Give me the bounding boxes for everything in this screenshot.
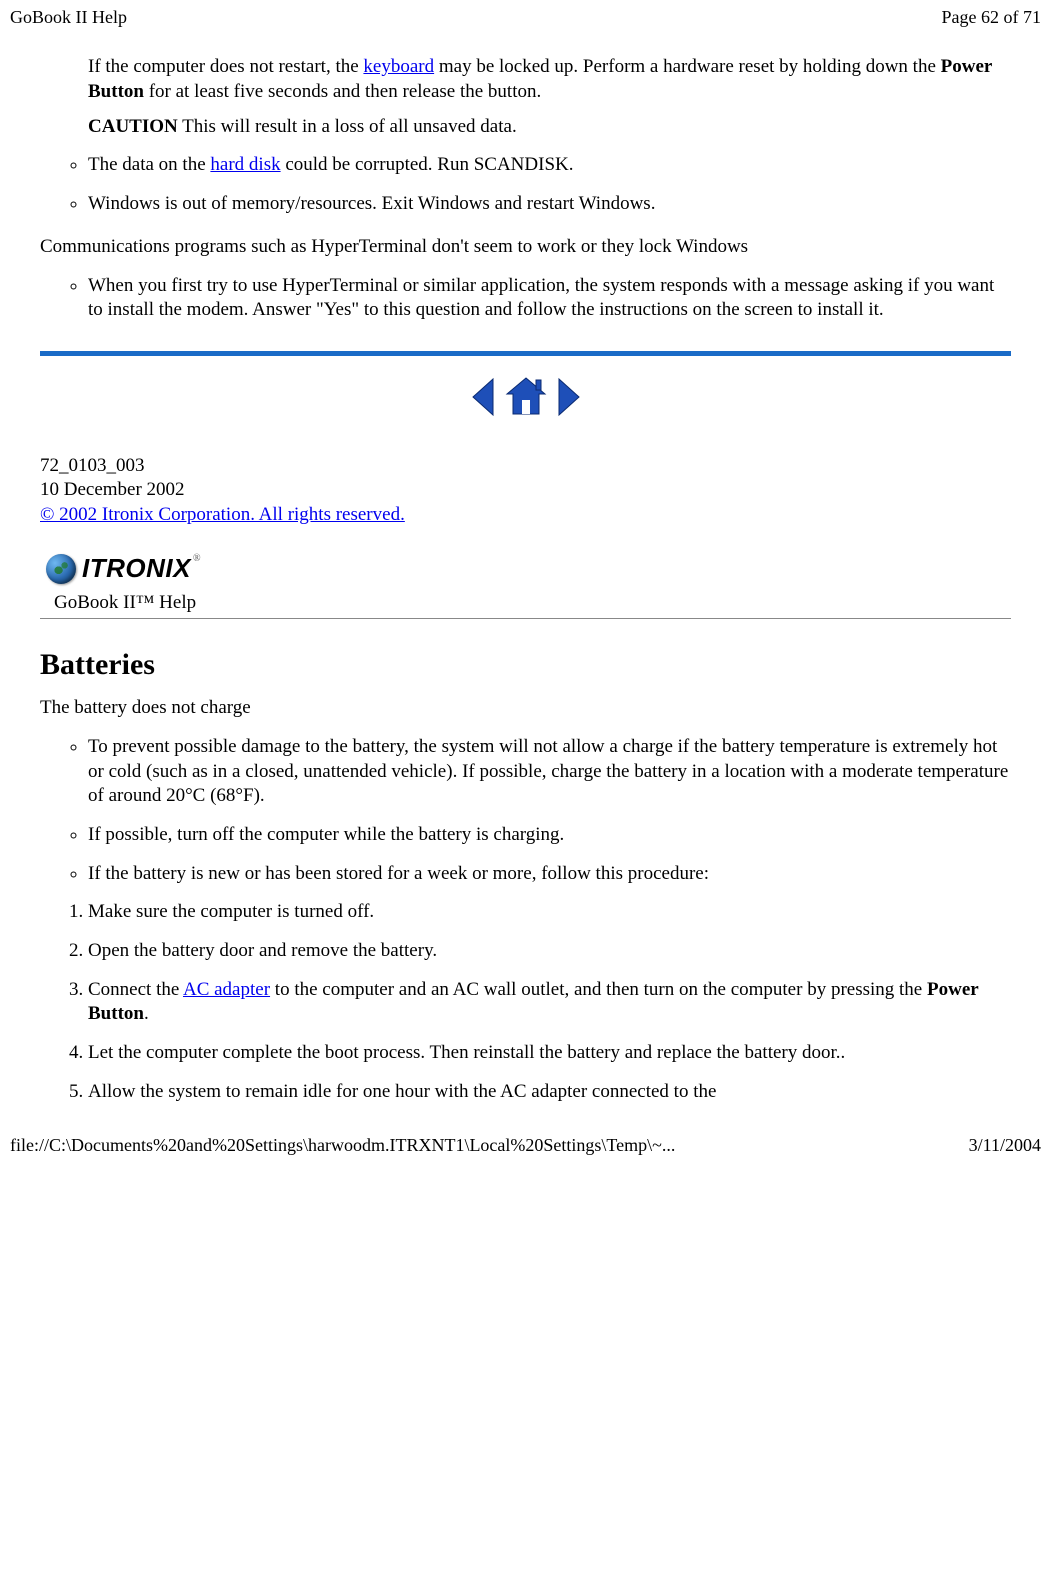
doc-date: 10 December 2002 [40,478,1011,503]
intro-paragraph-1: If the computer does not restart, the ke… [88,55,1011,104]
footer-date: 3/11/2004 [969,1134,1041,1157]
page-footer: file://C:\Documents%20and%20Settings\har… [0,1128,1051,1163]
text-fragment: for at least five seconds and then relea… [144,81,541,102]
comm-programs-list: When you first try to use HyperTerminal … [40,274,1011,323]
brand-name-text: ITRONIX [82,553,191,583]
list-item: Open the battery door and remove the bat… [88,939,1011,964]
brand-block: ITRONIX® GoBook II™ Help [40,546,1011,619]
list-item: Let the computer complete the boot proce… [88,1041,1011,1066]
ac-adapter-link[interactable]: AC adapter [183,979,270,1000]
restart-issues-list: The data on the hard disk could be corru… [40,153,1011,216]
list-item: Windows is out of memory/resources. Exit… [88,192,1011,217]
brand-name: ITRONIX® [82,552,201,586]
list-item: To prevent possible damage to the batter… [88,735,1011,809]
hard-disk-link[interactable]: hard disk [210,154,280,175]
list-item: Make sure the computer is turned off. [88,900,1011,925]
page-header: GoBook II Help Page 62 of 71 [0,0,1051,35]
text-fragment: Connect the [88,979,183,1000]
prev-page-icon[interactable] [469,377,497,425]
text-fragment: to the computer and an AC wall outlet, a… [270,979,927,1000]
next-page-icon[interactable] [555,377,583,425]
list-item: Allow the system to remain idle for one … [88,1080,1011,1105]
text-fragment: If the computer does not restart, the [88,56,363,77]
text-fragment: The data on the [88,154,210,175]
text-fragment: . [144,1003,149,1024]
section-heading-batteries: Batteries [40,645,1011,684]
doc-metadata: 72_0103_003 10 December 2002 © 2002 Itro… [40,454,1011,528]
keyboard-link[interactable]: keyboard [363,56,434,77]
caution-paragraph: CAUTION This will result in a loss of al… [88,115,1011,140]
list-item: The data on the hard disk could be corru… [88,153,1011,178]
intro-block: If the computer does not restart, the ke… [88,55,1011,139]
nav-icons-row [40,374,1011,428]
header-page-number: Page 62 of 71 [942,6,1041,29]
caution-text: This will result in a loss of all unsave… [178,116,517,137]
doc-number: 72_0103_003 [40,454,1011,479]
registered-mark: ® [193,553,201,564]
brand-subtitle: GoBook II™ Help [40,585,1011,619]
text-fragment: may be locked up. Perform a hardware res… [434,56,941,77]
list-item: If possible, turn off the computer while… [88,823,1011,848]
batteries-procedure-list: Make sure the computer is turned off. Op… [40,900,1011,1104]
text-fragment: could be corrupted. Run SCANDISK. [281,154,574,175]
batteries-intro: The battery does not charge [40,696,1011,721]
list-item: When you first try to use HyperTerminal … [88,274,1011,323]
page-body: If the computer does not restart, the ke… [0,35,1051,1128]
globe-icon [46,554,76,584]
header-title: GoBook II Help [10,6,127,29]
comm-programs-paragraph: Communications programs such as HyperTer… [40,235,1011,260]
section-divider [40,351,1011,356]
copyright-link[interactable]: © 2002 Itronix Corporation. All rights r… [40,504,405,525]
footer-path: file://C:\Documents%20and%20Settings\har… [10,1134,675,1157]
list-item: If the battery is new or has been stored… [88,862,1011,887]
home-icon[interactable] [503,374,549,428]
list-item: Connect the AC adapter to the computer a… [88,978,1011,1027]
batteries-advice-list: To prevent possible damage to the batter… [40,735,1011,886]
caution-label: CAUTION [88,116,178,137]
